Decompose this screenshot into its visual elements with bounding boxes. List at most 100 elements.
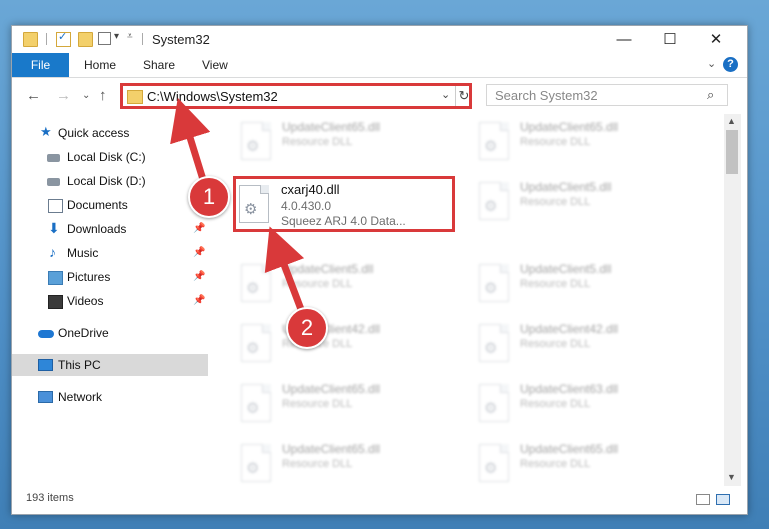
pictures-icon xyxy=(48,271,63,285)
dll-file-icon: ⚙ xyxy=(479,384,509,422)
expand-ribbon-icon[interactable]: ⌄ xyxy=(707,57,716,70)
up-arrow-icon[interactable]: ↑ xyxy=(99,87,107,104)
large-icons-view-icon[interactable] xyxy=(716,494,730,505)
sidebar-item-network[interactable]: Network xyxy=(12,386,208,408)
window-title: System32 xyxy=(152,32,210,47)
customize-toolbar-icon[interactable]: ⩡ xyxy=(127,31,133,42)
new-folder-icon[interactable] xyxy=(78,32,93,47)
file-item[interactable]: ⚙ UpdateClient65.dll Resource DLL xyxy=(473,118,703,168)
documents-icon xyxy=(48,199,63,213)
sidebar-item-videos[interactable]: Videos 📌 xyxy=(12,290,208,312)
sidebar-item-quick-access[interactable]: ★ Quick access xyxy=(12,122,208,144)
dll-file-icon: ⚙ xyxy=(479,324,509,362)
file-type: Resource DLL xyxy=(282,458,353,470)
videos-icon xyxy=(48,295,63,309)
title-divider xyxy=(46,33,47,45)
search-input[interactable]: Search System32 ⌕ xyxy=(486,84,728,106)
tab-share[interactable]: Share xyxy=(143,53,175,77)
title-bar: ▾ ⩡ System32 — ☐ ✕ xyxy=(12,26,747,53)
step-1-badge: 1 xyxy=(188,176,230,218)
search-icon[interactable]: ⌕ xyxy=(707,87,714,103)
file-item-highlighted[interactable]: ⚙ cxarj40.dll 4.0.430.0 Squeez ARJ 4.0 D… xyxy=(233,176,455,232)
sidebar-item-label: Pictures xyxy=(67,270,111,284)
dll-file-icon: ⚙ xyxy=(479,182,509,220)
file-item[interactable]: ⚙ UpdateClient63.dll Resource DLL xyxy=(473,380,703,430)
file-name: UpdateClient65.dll xyxy=(282,442,381,456)
file-list: ⚙ UpdateClient65.dll Resource DLL ⚙ cxar… xyxy=(209,114,724,486)
tab-file[interactable]: File xyxy=(12,53,69,77)
title-divider xyxy=(142,33,143,45)
pin-icon[interactable]: 📌 xyxy=(193,290,205,312)
recent-locations-icon[interactable]: ⌄ xyxy=(82,90,90,101)
file-item[interactable]: ⚙ UpdateClient42.dll Resource DLL xyxy=(235,320,465,370)
file-item[interactable]: ⚙ UpdateClient65.dll Resource DLL xyxy=(235,118,465,168)
details-view-icon[interactable] xyxy=(696,494,710,505)
music-icon: ♪ xyxy=(49,244,56,260)
status-bar: 193 items xyxy=(12,488,747,512)
file-type: Resource DLL xyxy=(520,338,591,350)
address-bar[interactable]: C:\Windows\System32 ⌄ ↻ xyxy=(120,83,472,109)
properties-icon[interactable] xyxy=(56,30,71,47)
chevron-down-icon[interactable]: ▾ xyxy=(114,31,119,42)
dll-file-icon: ⚙ xyxy=(479,444,509,482)
file-name: UpdateClient63.dll xyxy=(520,382,619,396)
file-item[interactable]: ⚙ UpdateClient65.dll Resource DLL xyxy=(235,440,465,486)
file-version: 4.0.430.0 xyxy=(281,199,332,213)
scroll-thumb[interactable] xyxy=(726,130,738,174)
cloud-icon xyxy=(38,330,54,338)
file-item[interactable]: ⚙ UpdateClient42.dll Resource DLL xyxy=(473,320,703,370)
dll-file-icon: ⚙ xyxy=(479,264,509,302)
file-type: Resource DLL xyxy=(520,196,591,208)
sidebar-item-local-disk-d[interactable]: Local Disk (D:) xyxy=(12,170,208,192)
file-type: Resource DLL xyxy=(520,136,591,148)
tab-view[interactable]: View xyxy=(202,53,228,77)
forward-arrow-icon[interactable]: → xyxy=(56,87,71,104)
dll-file-icon: ⚙ xyxy=(479,122,509,160)
sidebar-item-music[interactable]: ♪ Music 📌 xyxy=(12,242,208,264)
file-name: UpdateClient65.dll xyxy=(282,120,381,134)
file-item[interactable]: ⚙ UpdateClient65.dll Resource DLL xyxy=(235,380,465,430)
sidebar-item-pictures[interactable]: Pictures 📌 xyxy=(12,266,208,288)
tab-home[interactable]: Home xyxy=(84,53,116,77)
address-path[interactable]: C:\Windows\System32 xyxy=(147,89,278,104)
back-arrow-icon[interactable]: ← xyxy=(26,87,41,104)
sidebar-item-onedrive[interactable]: OneDrive xyxy=(12,322,208,344)
view-options-icon[interactable] xyxy=(98,32,111,45)
maximize-button[interactable]: ☐ xyxy=(647,26,693,53)
chevron-down-icon[interactable]: ⌄ xyxy=(441,88,450,101)
file-name: UpdateClient5.dll xyxy=(282,262,374,276)
sidebar-item-label: Documents xyxy=(67,198,128,212)
star-icon: ★ xyxy=(40,124,52,139)
minimize-button[interactable]: — xyxy=(601,26,647,53)
file-item[interactable]: ⚙ UpdateClient5.dll Resource DLL xyxy=(235,260,465,310)
sidebar-item-downloads[interactable]: ⬇ Downloads 📌 xyxy=(12,218,208,240)
file-item[interactable]: ⚙ UpdateClient5.dll Resource DLL xyxy=(473,260,703,310)
file-type: Resource DLL xyxy=(282,278,353,290)
file-name: UpdateClient65.dll xyxy=(282,382,381,396)
sidebar-item-documents[interactable]: Documents 📌 xyxy=(12,194,208,216)
sidebar-item-label: Quick access xyxy=(58,126,130,140)
file-type: Resource DLL xyxy=(520,458,591,470)
close-button[interactable]: ✕ xyxy=(693,26,739,53)
refresh-icon[interactable]: ↻ xyxy=(455,86,472,106)
pin-icon[interactable]: 📌 xyxy=(193,242,205,264)
file-item[interactable]: ⚙ UpdateClient5.dll Resource DLL xyxy=(473,178,703,228)
sidebar-item-this-pc[interactable]: This PC xyxy=(12,354,208,376)
file-item[interactable]: ⚙ UpdateClient65.dll Resource DLL xyxy=(473,440,703,486)
dll-file-icon: ⚙ xyxy=(239,185,269,223)
navigation-pane: ★ Quick access Local Disk (C:) Local Dis… xyxy=(12,114,208,494)
help-button[interactable]: ? xyxy=(723,57,738,72)
pin-icon[interactable]: 📌 xyxy=(193,266,205,288)
vertical-scrollbar[interactable]: ▲ ▼ xyxy=(724,114,741,486)
file-name: UpdateClient5.dll xyxy=(520,262,612,276)
scroll-up-icon[interactable]: ▲ xyxy=(727,116,736,126)
file-name: UpdateClient65.dll xyxy=(520,120,619,134)
scroll-down-icon[interactable]: ▼ xyxy=(727,472,736,482)
item-count: 193 items xyxy=(26,492,74,504)
search-placeholder: Search System32 xyxy=(495,88,598,103)
sidebar-item-local-disk-c[interactable]: Local Disk (C:) xyxy=(12,146,208,168)
dll-file-icon: ⚙ xyxy=(241,122,271,160)
file-type: Resource DLL xyxy=(520,398,591,410)
sidebar-item-label: Downloads xyxy=(67,222,127,236)
pin-icon[interactable]: 📌 xyxy=(193,218,205,240)
